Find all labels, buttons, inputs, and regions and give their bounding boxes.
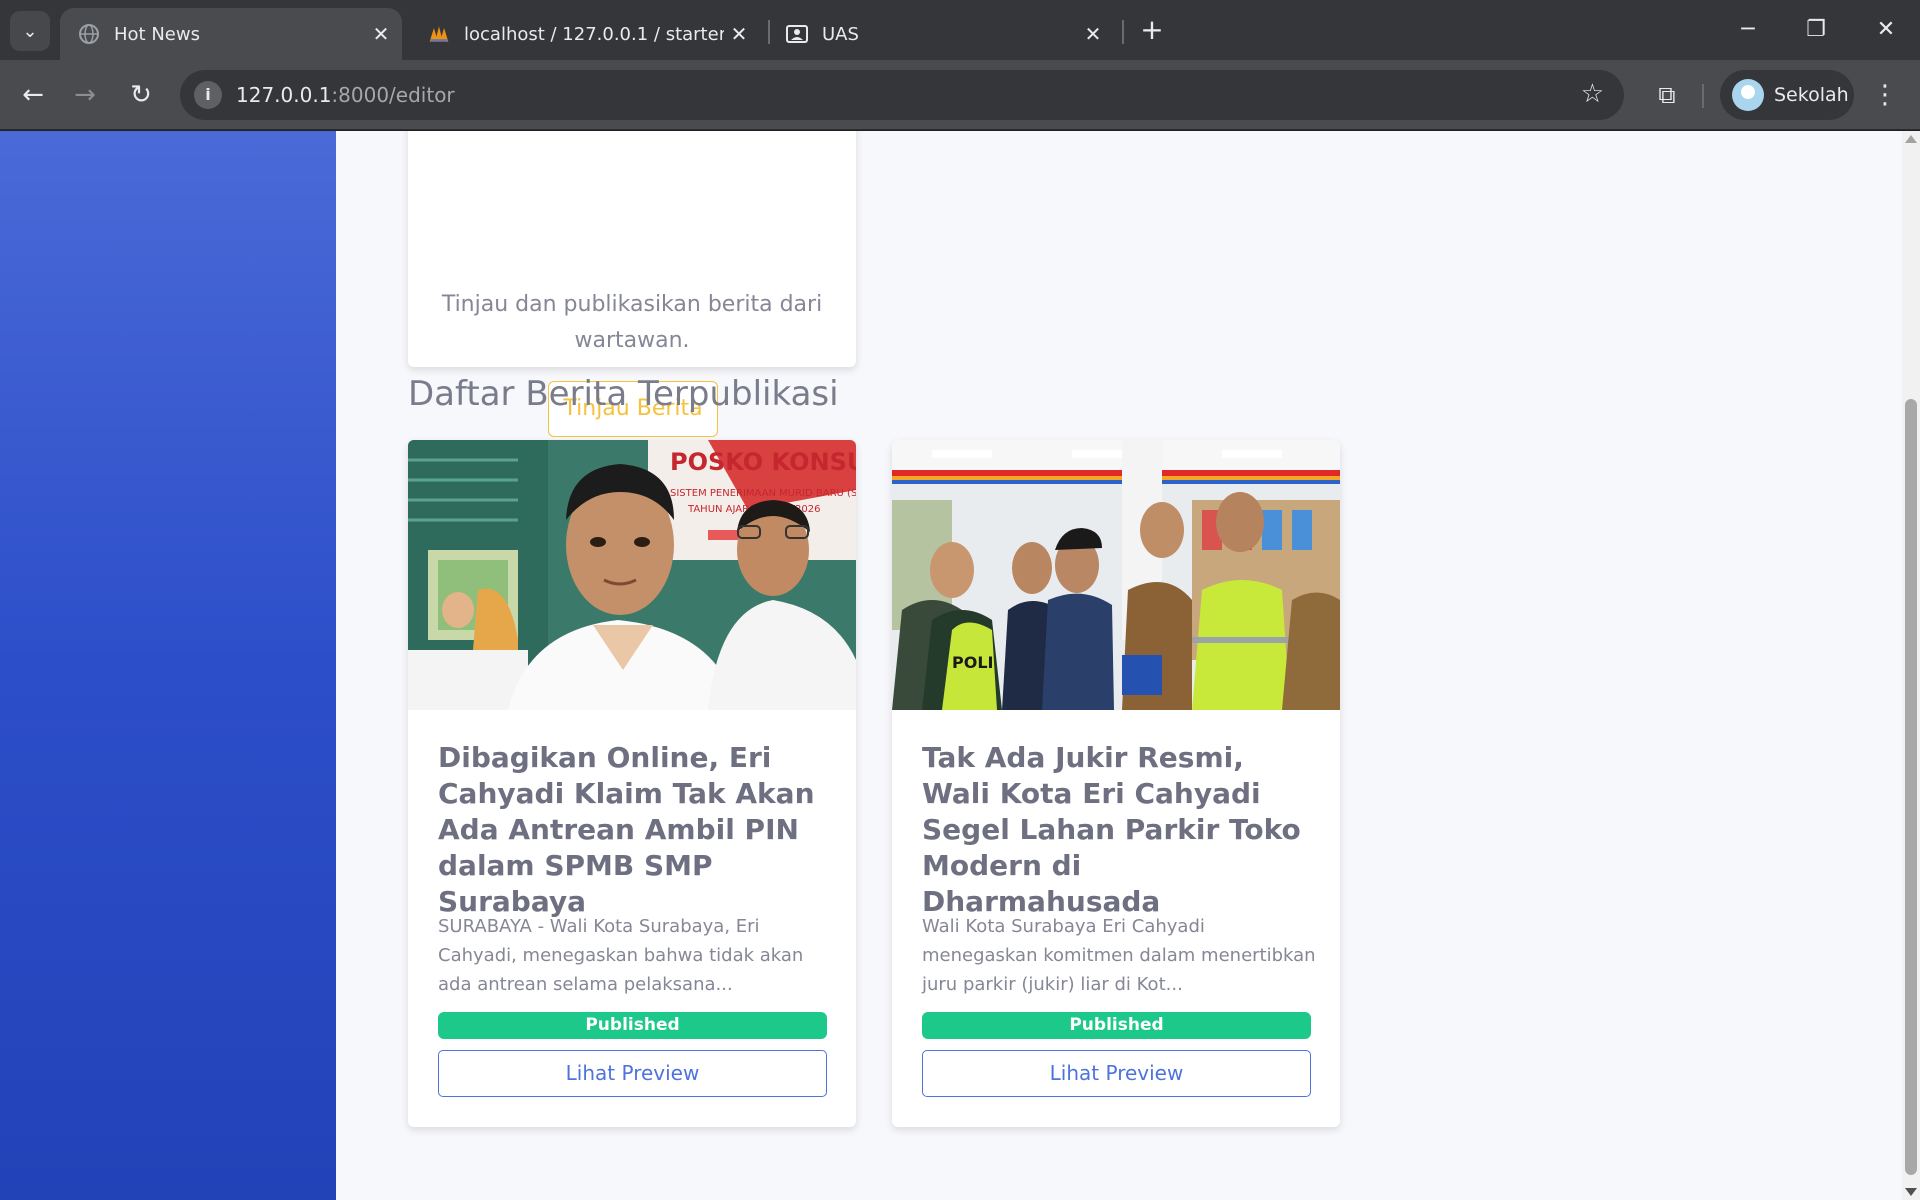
bookmark-star-icon[interactable]: ☆	[1581, 79, 1604, 109]
tab-separator	[1122, 20, 1124, 44]
tab-phpmyadmin[interactable]: localhost / 127.0.0.1 / starterkit_ ✕	[410, 8, 760, 60]
minimize-icon[interactable]: ─	[1728, 12, 1768, 48]
close-icon[interactable]: ✕	[366, 22, 396, 46]
preview-button[interactable]: Lihat Preview	[922, 1050, 1311, 1097]
back-arrow-icon[interactable]: ←	[14, 76, 52, 114]
banner-subtitle: SISTEM PENERIMAAN MURID BARU (S	[670, 488, 856, 499]
status-badge: Published	[922, 1012, 1311, 1039]
news-excerpt: SURABAYA - Wali Kota Surabaya, Eri Cahya…	[438, 916, 804, 995]
url-text[interactable]: 127.0.0.1:8000/editor	[236, 83, 455, 107]
preview-button[interactable]: Lihat Preview	[438, 1050, 827, 1097]
site-info-icon[interactable]: i	[194, 81, 222, 109]
page-viewport: Tinjau dan publikasikan berita dari wart…	[0, 131, 1920, 1200]
chevron-down-icon: ⌄	[22, 20, 38, 42]
news-thumbnail: POLI	[892, 440, 1340, 710]
globe-icon	[79, 24, 99, 44]
tab-title: localhost / 127.0.0.1 / starterkit_	[464, 23, 724, 45]
vertical-scrollbar[interactable]	[1902, 131, 1920, 1200]
window-close-icon[interactable]: ✕	[1866, 12, 1906, 48]
url-path: :8000/editor	[331, 83, 455, 107]
reload-icon[interactable]: ↻	[122, 76, 160, 114]
tab-search-button[interactable]: ⌄	[10, 11, 50, 51]
news-card: POSKO KONSULTASI SISTEM PENERIMAAN MURID…	[408, 440, 856, 1127]
new-tab-plus-icon[interactable]: +	[1136, 12, 1168, 48]
forward-arrow-icon[interactable]: →	[66, 76, 104, 114]
close-icon[interactable]: ✕	[1078, 22, 1108, 46]
review-description: Tinjau dan publikasikan berita dari wart…	[441, 292, 823, 353]
news-title: Dibagikan Online, Eri Cahyadi Klaim Tak …	[438, 741, 815, 918]
tab-hot-news[interactable]: Hot News ✕	[60, 8, 402, 60]
address-bar[interactable]: i 127.0.0.1:8000/editor ☆	[180, 70, 1624, 120]
news-excerpt: Wali Kota Surabaya Eri Cahyadi menegaska…	[922, 916, 1316, 995]
phpmyadmin-icon	[429, 26, 449, 42]
section-title: Daftar Berita Terpublikasi	[408, 374, 839, 414]
scrollbar-thumb[interactable]	[1905, 399, 1917, 1175]
banner-title: POSKO KONSULTASI	[670, 448, 856, 476]
toolbar-divider	[1702, 84, 1704, 108]
news-thumbnail: POSKO KONSULTASI SISTEM PENERIMAAN MURID…	[408, 440, 856, 710]
avatar	[1732, 79, 1764, 111]
sidebar	[0, 131, 336, 1200]
restore-icon[interactable]: ❐	[1796, 12, 1836, 48]
profile-name: Sekolah	[1774, 84, 1849, 106]
news-title: Tak Ada Jukir Resmi, Wali Kota Eri Cahya…	[922, 741, 1301, 918]
news-card: POLI Tak Ada Jukir Resmi, Wali Kota Eri …	[892, 440, 1340, 1127]
scroll-up-arrow-icon[interactable]	[1905, 135, 1917, 143]
tab-title: Hot News	[114, 23, 200, 45]
tab-title: UAS	[822, 23, 859, 45]
extensions-puzzle-icon[interactable]: ⧉	[1648, 76, 1686, 114]
scroll-down-arrow-icon[interactable]	[1905, 1188, 1917, 1196]
browser-tab-strip: ⌄ Hot News ✕ localhost / 127.0.0.1 / sta…	[0, 0, 1920, 60]
profile-button[interactable]: Sekolah	[1720, 70, 1854, 120]
review-news-card: Tinjau dan publikasikan berita dari wart…	[408, 131, 856, 437]
vest-text: POLI	[952, 653, 993, 672]
tab-uas[interactable]: UAS ✕	[768, 8, 1114, 60]
close-icon[interactable]: ✕	[724, 22, 754, 46]
url-host: 127.0.0.1	[236, 83, 332, 107]
status-badge: Published	[438, 1012, 827, 1039]
kebab-menu-icon[interactable]: ⋮	[1870, 76, 1900, 114]
browser-toolbar: ← → ↻ i 127.0.0.1:8000/editor ☆ ⧉ Sekola…	[0, 60, 1920, 130]
contact-card-icon	[786, 25, 808, 43]
